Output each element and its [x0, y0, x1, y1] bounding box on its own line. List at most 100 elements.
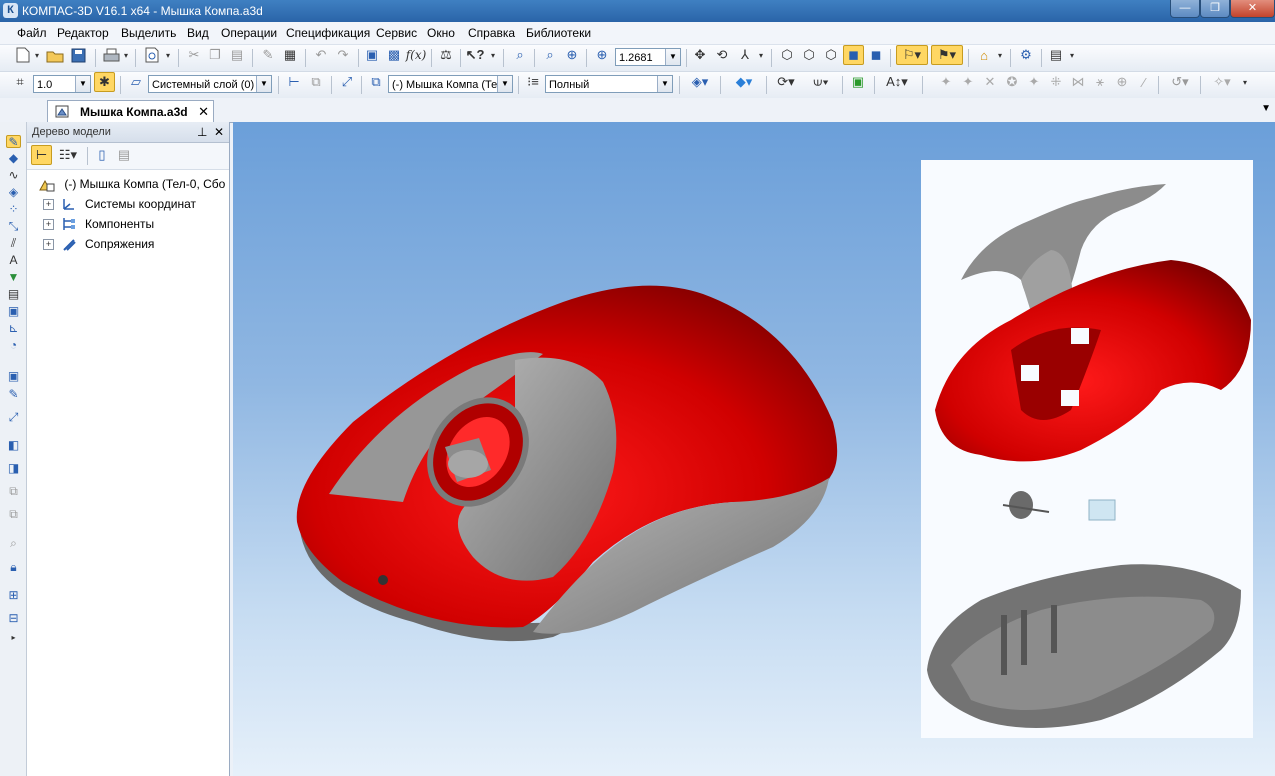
tree-properties-icon[interactable]: ▤	[115, 145, 133, 165]
center-icon[interactable]: ⊕	[1112, 72, 1132, 92]
lock-component-icon[interactable]: 🔒︎	[6, 561, 21, 574]
toolbar1-overflow-icon[interactable]: ▾	[1068, 45, 1076, 65]
array-icon[interactable]: ⟳▾	[772, 72, 800, 92]
midpoint-icon[interactable]: ⚹	[1090, 72, 1110, 92]
circle-point-icon[interactable]: ✪	[1002, 72, 1022, 92]
settings-icon[interactable]: ⚙	[1016, 45, 1036, 65]
expand-icon[interactable]: +	[43, 219, 54, 230]
orientation-icon[interactable]: ⅄	[735, 45, 755, 65]
shaded-edges-icon[interactable]: ◼	[866, 45, 886, 65]
grid-snap-icon[interactable]: ⌗	[10, 72, 30, 92]
redo-icon[interactable]: ↷	[333, 45, 353, 65]
save-icon[interactable]	[68, 45, 88, 65]
arrays-icon[interactable]: ⁘	[6, 203, 21, 216]
orientation-dropdown-chevron-icon[interactable]: ▾	[757, 45, 765, 65]
mode-dropdown-chevron-icon[interactable]: ▾	[996, 45, 1004, 65]
menu-window[interactable]: Окно	[427, 26, 455, 40]
zoom-in-icon[interactable]: ⊕	[562, 45, 582, 65]
library-manager-icon[interactable]: ▩	[384, 45, 404, 65]
surfaces-icon[interactable]: ◈	[6, 186, 21, 199]
grid-point-icon[interactable]: ⁜	[1046, 72, 1066, 92]
add-snap-icon[interactable]: ✧▾	[1208, 72, 1236, 92]
spatial-curves-icon[interactable]: ∿	[6, 169, 21, 182]
layer-dropdown-chevron-icon[interactable]: ▼	[256, 76, 271, 92]
menu-operations[interactable]: Операции	[221, 26, 277, 40]
measure-icon[interactable]: ⚖	[436, 45, 456, 65]
shaded-icon[interactable]: ◼	[843, 45, 864, 65]
properties-icon[interactable]: ▦	[280, 45, 300, 65]
fix-component-icon[interactable]: ◨	[6, 462, 21, 475]
point-icon[interactable]: ✦	[936, 72, 956, 92]
tree-filter-icon[interactable]: ▯	[93, 145, 111, 165]
open-folder-icon[interactable]	[45, 45, 65, 65]
display-mode-dropdown-chevron-icon[interactable]: ▼	[657, 76, 672, 92]
move-component-icon[interactable]: ⤢	[6, 411, 21, 424]
tab-mouse-document[interactable]: Мышка Компа.a3d ✕	[47, 100, 214, 122]
new-dropdown-chevron-icon[interactable]: ▾	[33, 45, 41, 65]
new-document-icon[interactable]	[14, 45, 32, 65]
step-dropdown-chevron-icon[interactable]: ▼	[75, 76, 90, 92]
preview-icon[interactable]	[142, 45, 162, 65]
zoom-window-icon[interactable]: ⌕	[540, 45, 560, 65]
help-pointer-icon[interactable]: ↖?	[465, 45, 485, 65]
surface-icon[interactable]: ◈▾	[686, 72, 714, 92]
menu-libraries[interactable]: Библиотеки	[526, 26, 591, 40]
paste-icon[interactable]: ▤	[227, 45, 247, 65]
toolbar-overflow-icon[interactable]: ▾	[489, 45, 497, 65]
left-panel-overflow-icon[interactable]: ▸	[6, 631, 21, 644]
search-component-icon[interactable]: ⌕	[6, 537, 21, 550]
copy-component-icon[interactable]: ⧉	[6, 485, 21, 498]
intersection-icon[interactable]: ✕	[980, 72, 1000, 92]
zoom-scale-icon[interactable]: ⊕	[592, 45, 612, 65]
sketch-icon[interactable]: ⤢	[337, 72, 357, 92]
layer-combo[interactable]: Системный слой (0) ▼	[148, 75, 272, 93]
vertex-icon[interactable]: ⋈	[1068, 72, 1088, 92]
sheet-metal-icon[interactable]: ◔	[6, 339, 21, 352]
close-window-button[interactable]: ✕	[1230, 0, 1275, 18]
aux-geometry-icon[interactable]: ⤡	[6, 220, 21, 233]
cut-icon[interactable]: ✂	[184, 45, 204, 65]
edit-assembly-icon[interactable]: ✎	[6, 135, 21, 149]
pan-icon[interactable]: ✥	[690, 45, 710, 65]
menu-help[interactable]: Справка	[468, 26, 515, 40]
maximize-button[interactable]: ❐	[1200, 0, 1230, 18]
undo-snap-icon[interactable]: ↺▾	[1166, 72, 1194, 92]
menu-editor[interactable]: Редактор	[57, 26, 109, 40]
zoom-all-icon[interactable]: ⌕	[510, 45, 530, 65]
mode-icon[interactable]: ⌂	[974, 45, 994, 65]
zoom-value-combo[interactable]: 1.2681 ▼	[615, 48, 681, 66]
snap-binding-icon[interactable]: ✱	[94, 72, 115, 92]
curve-point-icon[interactable]: ⁄	[1134, 72, 1154, 92]
mirror-component-icon[interactable]: ⧉	[6, 508, 21, 521]
display-mode-combo[interactable]: Полный ▼	[545, 75, 673, 93]
minimize-button[interactable]: —	[1170, 0, 1200, 18]
hidden-lines-icon[interactable]: ⬡	[799, 45, 819, 65]
copy-properties-icon[interactable]: ✎	[258, 45, 278, 65]
filter-panel-icon[interactable]: ▼	[6, 271, 21, 284]
insert-component-icon[interactable]: ⊞	[6, 589, 21, 602]
copy-icon[interactable]: ❐	[205, 45, 225, 65]
menu-file[interactable]: Файл	[17, 26, 47, 40]
component-dropdown-chevron-icon[interactable]: ▼	[497, 76, 512, 92]
line-point-icon[interactable]: ✦	[958, 72, 978, 92]
display-mode-icon[interactable]: ⁝≡	[523, 72, 543, 92]
variables-icon[interactable]: f(x)	[406, 45, 427, 65]
tree-view-mode-icon[interactable]: ☷▾	[55, 145, 81, 165]
solid-operations-icon[interactable]: ◆	[6, 152, 21, 165]
dimensions-panel-icon[interactable]: A	[6, 254, 21, 267]
step-combo[interactable]: 1.0 ▼	[33, 75, 91, 93]
tangent-icon[interactable]: ✦	[1024, 72, 1044, 92]
local-cs-icon[interactable]: ⊢	[284, 72, 304, 92]
print-dropdown-chevron-icon[interactable]: ▾	[122, 45, 130, 65]
wireframe-icon[interactable]: ⬡	[777, 45, 797, 65]
close-tab-icon[interactable]: ✕	[198, 104, 209, 120]
mates-panel-icon[interactable]: ⫽	[6, 237, 21, 250]
zoom-dropdown-chevron-icon[interactable]: ▼	[665, 49, 680, 65]
tree-structure-icon[interactable]: ⊢	[31, 145, 52, 165]
menu-select[interactable]: Выделить	[121, 26, 176, 40]
close-panel-icon[interactable]: ✕	[214, 125, 224, 139]
toolbar2-overflow-icon[interactable]: ▾	[1240, 72, 1250, 92]
component-combo[interactable]: (-) Мышка Компа (Те ▼	[388, 75, 513, 93]
tree-root-node[interactable]: (-) Мышка Компа (Тел-0, Сбо	[39, 176, 225, 192]
preview-dropdown-chevron-icon[interactable]: ▾	[164, 45, 172, 65]
